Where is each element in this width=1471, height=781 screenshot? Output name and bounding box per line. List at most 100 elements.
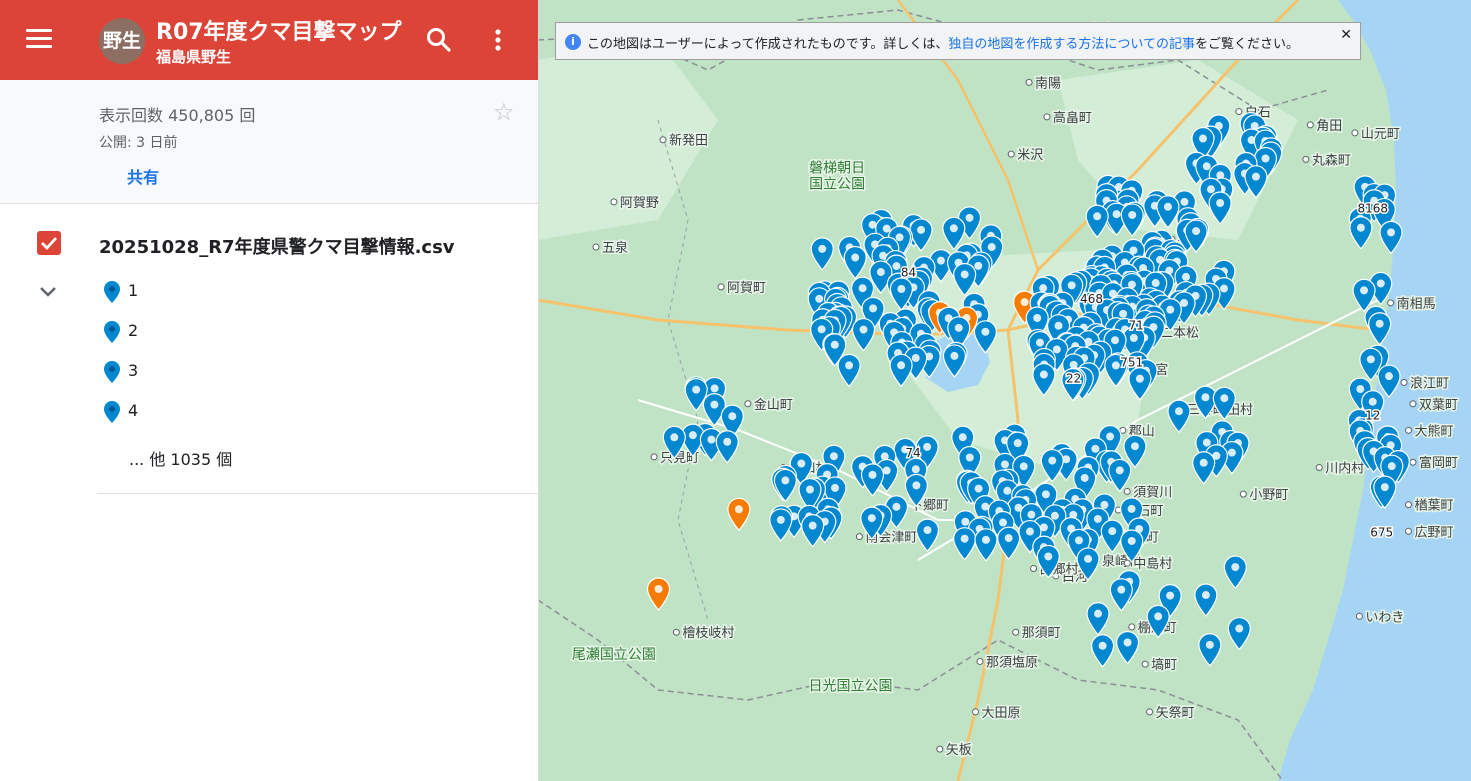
town-dot — [1355, 612, 1363, 620]
town-label: 阿賀町 — [727, 281, 766, 296]
layer-title[interactable]: 20251028_R7年度県警クマ目撃情報.csv — [99, 233, 455, 259]
town-dot — [1302, 155, 1310, 163]
town-label: 須賀川 — [1133, 485, 1172, 500]
cluster-count: 468 — [1080, 292, 1103, 306]
town-label: 丸森町 — [1312, 153, 1351, 168]
marker-icon — [104, 321, 120, 343]
list-item[interactable]: 1 — [99, 276, 499, 308]
cluster-count: 751 — [1120, 356, 1143, 370]
town-dot — [1123, 487, 1131, 495]
avatar[interactable]: 野生 — [99, 18, 145, 64]
town-label: 角田 — [1316, 119, 1342, 134]
feature-label: 2 — [128, 321, 139, 340]
map-sidebar: 野生 R07年度クマ目撃マップ 福島県野生 表示回数 450,805 回 公開:… — [0, 0, 539, 781]
town-label: 川内村 — [1325, 461, 1364, 477]
feature-label: 1 — [128, 281, 139, 300]
town-dot — [1025, 78, 1033, 86]
town-dot — [936, 745, 944, 753]
town-label: 二本松 — [1160, 326, 1199, 341]
town-dot — [1128, 623, 1136, 631]
list-item[interactable]: 2 — [99, 316, 499, 348]
town-label: 檜枝岐村 — [682, 625, 734, 641]
title-bar: 野生 R07年度クマ目撃マップ 福島県野生 — [0, 0, 538, 80]
town-label: 南陽 — [1035, 75, 1061, 91]
star-icon[interactable]: ☆ — [493, 98, 515, 126]
town-label: 南相馬 — [1397, 296, 1436, 312]
park-label: 日光国立公園 — [808, 679, 892, 695]
cluster-count: 71 — [1129, 318, 1144, 332]
town-dot — [592, 243, 600, 251]
marker-icon — [104, 361, 120, 383]
town-dot — [1405, 426, 1413, 434]
cluster-count: 22 — [1066, 372, 1081, 386]
town-label: 新発田 — [669, 133, 708, 149]
town-dot — [1043, 113, 1051, 121]
info-icon: i — [565, 34, 581, 50]
town-dot — [976, 657, 984, 665]
town-label: 高畠町 — [1053, 110, 1092, 126]
more-vert-icon[interactable] — [484, 24, 512, 56]
town-dot — [1306, 121, 1314, 129]
menu-icon[interactable] — [22, 24, 56, 56]
view-count: 表示回数 450,805 回 — [99, 106, 256, 125]
published-date: 公開: 3 日前 — [99, 135, 178, 151]
town-label: いわき — [1365, 610, 1404, 625]
list-item[interactable]: 3 — [99, 356, 499, 388]
town-dot — [1123, 559, 1131, 567]
layer-visibility-checkbox[interactable] — [37, 231, 61, 255]
map-owner[interactable]: 福島県野生 — [156, 46, 231, 67]
notice-text-before: この地図はユーザーによって作成されたものです。詳しくは、 — [587, 37, 949, 52]
town-label: 大熊町 — [1415, 423, 1454, 439]
town-dot — [744, 400, 752, 408]
town-label: 富岡町 — [1419, 455, 1458, 471]
town-label: 山元町 — [1361, 127, 1400, 142]
town-dot — [1409, 458, 1417, 466]
more-features-link[interactable]: ... 他 1035 個 — [129, 446, 232, 470]
town-dot — [1387, 299, 1395, 307]
cluster-count: 8168 — [1358, 202, 1389, 216]
town-dot — [855, 533, 863, 541]
town-dot — [1030, 564, 1038, 572]
town-dot — [1405, 527, 1413, 535]
town-label: 米沢 — [1017, 148, 1043, 163]
notice-text: この地図はユーザーによって作成されたものです。詳しくは、独自の地図を作成する方法… — [587, 33, 1299, 52]
park-label: 国立公園 — [809, 177, 865, 193]
town-dot — [1239, 490, 1247, 498]
town-label: 金山町 — [754, 397, 793, 413]
page-title: R07年度クマ目撃マップ — [156, 20, 402, 45]
town-dot — [610, 198, 618, 206]
town-dot — [1409, 400, 1417, 408]
town-label: 阿賀野 — [620, 196, 659, 211]
marker-icon — [104, 401, 120, 423]
feature-label: 3 — [128, 361, 139, 380]
cluster-count: 675 — [1370, 526, 1393, 540]
search-icon[interactable] — [423, 24, 455, 56]
share-button[interactable]: 共有 — [127, 164, 159, 188]
chevron-down-icon[interactable] — [38, 284, 58, 300]
feature-label: 4 — [128, 401, 139, 420]
town-label: 楢葉町 — [1415, 499, 1454, 514]
map-canvas[interactable]: 上山高畠町米沢南陽白石角田山元町丸森町新発田阿賀野五泉阿賀町福島南相馬二本松本宮… — [538, 0, 1471, 781]
town-dot — [1400, 379, 1408, 387]
marker-icon — [104, 281, 120, 303]
town-dot — [1146, 708, 1154, 716]
park-label: 尾瀬国立公園 — [572, 647, 656, 663]
town-dot — [1235, 108, 1243, 116]
town-label: 中島村 — [1133, 557, 1172, 572]
close-icon[interactable]: ✕ — [1340, 27, 1352, 43]
town-label: 塙町 — [1151, 657, 1177, 673]
town-dot — [1315, 464, 1323, 472]
cluster-count: 12 — [1365, 409, 1380, 423]
town-label: 那須塩原 — [986, 655, 1038, 670]
map-graphic: 上山高畠町米沢南陽白石角田山元町丸森町新発田阿賀野五泉阿賀町福島南相馬二本松本宮… — [538, 0, 1471, 781]
user-created-map-notice: i この地図はユーザーによって作成されたものです。詳しくは、独自の地図を作成する… — [555, 22, 1361, 60]
town-label: 矢板 — [946, 743, 972, 758]
town-label: 矢祭町 — [1156, 706, 1195, 721]
town-dot — [717, 283, 725, 291]
town-label: 那須町 — [1022, 626, 1061, 641]
divider — [97, 493, 538, 494]
town-label: 浪江町 — [1410, 377, 1449, 392]
notice-link[interactable]: 独自の地図を作成する方法についての記事 — [948, 37, 1195, 52]
map-info-panel: 表示回数 450,805 回 公開: 3 日前 共有 ☆ — [0, 80, 538, 204]
list-item[interactable]: 4 — [99, 396, 499, 428]
